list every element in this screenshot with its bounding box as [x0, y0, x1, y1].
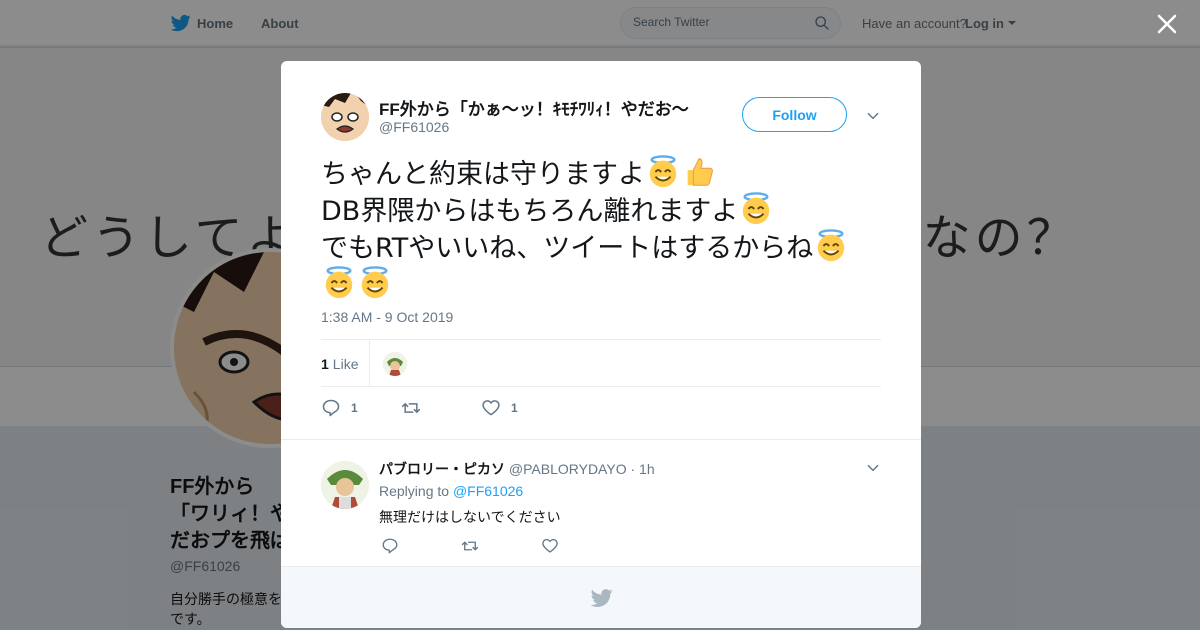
reply-actions [381, 537, 681, 555]
likes-label: Like [332, 356, 359, 372]
like-action[interactable]: 1 [481, 398, 531, 418]
avatar-illustration [321, 461, 369, 509]
author-handle[interactable]: @FF61026 [379, 119, 449, 135]
reply-icon[interactable] [381, 537, 399, 555]
retweet-action[interactable] [401, 398, 431, 418]
replying-to-label: Replying to [379, 483, 450, 499]
smiling-halo-emoji-icon [649, 155, 677, 188]
chevron-down-icon[interactable] [866, 109, 880, 123]
replying-to-link[interactable]: @FF61026 [453, 483, 523, 499]
stats-divider [369, 340, 370, 387]
chevron-down-icon[interactable] [866, 461, 880, 475]
close-icon[interactable] [1155, 12, 1179, 36]
reply-author-name[interactable]: パブロリー・ピカソ [379, 461, 505, 477]
tweet-line: でもRTやいいね、ツイートはするからね [321, 233, 814, 264]
like-count: 1 [511, 401, 518, 415]
smiling-halo-emoji-icon [361, 266, 389, 299]
reply-icon[interactable] [321, 398, 341, 418]
likes-count: 1 [321, 356, 329, 372]
reply-text: 無理だけはしないでください [379, 509, 561, 525]
reply-author-avatar[interactable] [321, 461, 369, 509]
heart-icon[interactable] [481, 398, 501, 418]
heart-icon[interactable] [541, 537, 559, 555]
tweet-modal: FF外から「かぁ〜ッ！ｷﾓﾁﾜﾘｨ！やだお〜 @FF61026 Follow ち… [281, 61, 921, 628]
follow-button[interactable]: Follow [742, 97, 847, 132]
reply-author-handle[interactable]: @PABLORYDAYO [509, 461, 627, 477]
tweet-timestamp[interactable]: 1:38 AM - 9 Oct 2019 [321, 309, 453, 325]
tweet-line: DB界隈からはもちろん離れますよ [321, 196, 739, 227]
tweet-line: ちゃんと約束は守りますよ [321, 159, 645, 190]
reply-action[interactable]: 1 [321, 398, 371, 418]
author-avatar[interactable] [321, 93, 369, 141]
avatar-illustration [321, 93, 369, 141]
thumbs-up-emoji-icon [687, 158, 713, 186]
twitter-bird-icon[interactable] [591, 587, 613, 609]
modal-footer [281, 566, 921, 628]
author-name[interactable]: FF外から「かぁ〜ッ！ｷﾓﾁﾜﾘｨ！やだお〜 [379, 95, 699, 120]
tweet-stats: 1 Like [321, 339, 881, 387]
smiling-halo-emoji-icon [325, 266, 353, 299]
tweet-actions: 1 1 [321, 398, 881, 418]
smiling-halo-emoji-icon [818, 229, 845, 262]
avatar-illustration [383, 352, 407, 376]
liker-avatar[interactable] [383, 352, 407, 376]
reply-author[interactable]: パブロリー・ピカソ @PABLORYDAYO · 1h [379, 459, 655, 479]
retweet-icon[interactable] [461, 537, 479, 555]
retweet-icon[interactable] [401, 398, 421, 418]
divider [281, 439, 921, 440]
smiling-halo-emoji-icon [743, 192, 770, 225]
tweet-text: ちゃんと約束は守りますよ DB界隈からはもちろん離れますよ でもRTやいいね、ツ… [321, 155, 891, 303]
reply-time[interactable]: · 1h [630, 461, 654, 477]
likes-stat[interactable]: 1 Like [321, 356, 358, 372]
replying-to: Replying to @FF61026 [379, 483, 523, 499]
reply-count: 1 [351, 401, 358, 415]
